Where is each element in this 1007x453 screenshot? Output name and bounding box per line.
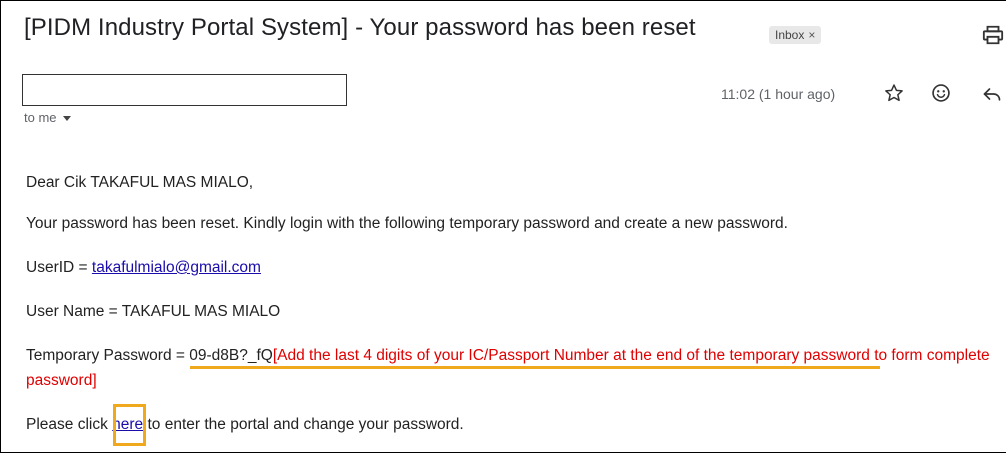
inbox-label-text: Inbox	[775, 28, 805, 42]
chevron-down-icon	[62, 116, 71, 122]
email-timestamp: 11:02 (1 hour ago)	[721, 86, 836, 102]
recipient-dropdown[interactable]: to me	[24, 110, 71, 125]
remove-label-icon[interactable]: ×	[808, 28, 815, 42]
inbox-label-chip[interactable]: Inbox ×	[769, 26, 822, 44]
click-instruction-line: Please click here to enter the portal an…	[26, 416, 464, 434]
print-icon[interactable]	[982, 24, 1004, 46]
star-icon[interactable]	[884, 83, 904, 103]
temp-password-note-cont: password]	[26, 372, 97, 389]
here-highlight-box	[113, 404, 146, 446]
sender-redacted-box	[22, 74, 347, 106]
recipient-text: to me	[24, 110, 57, 125]
temp-password-line: Temporary Password = 09-d8B?_fQ[Add the …	[26, 347, 990, 365]
intro-line: Your password has been reset. Kindly log…	[26, 215, 788, 232]
temp-password-prefix: Temporary Password =	[26, 347, 190, 364]
emoji-icon[interactable]	[931, 83, 951, 103]
click-prefix: Please click	[26, 416, 113, 433]
highlight-underline	[190, 366, 880, 369]
greeting-line: Dear Cik TAKAFUL MAS MIALO,	[26, 174, 254, 191]
temp-password-note: [Add the last 4 digits of your IC/Passpo…	[272, 347, 990, 364]
click-suffix: to enter the portal and change your pass…	[143, 416, 464, 433]
email-subject: [PIDM Industry Portal System] - Your pas…	[24, 14, 696, 41]
reply-icon[interactable]	[982, 84, 1002, 104]
username-line: User Name = TAKAFUL MAS MIALO	[26, 303, 281, 320]
temp-password-value: 09-d8B?_fQ	[189, 347, 273, 364]
userid-email-link[interactable]: takafulmialo@gmail.com	[92, 259, 261, 276]
userid-line: UserID = takafulmialo@gmail.com	[26, 259, 261, 277]
userid-prefix: UserID =	[26, 259, 92, 276]
